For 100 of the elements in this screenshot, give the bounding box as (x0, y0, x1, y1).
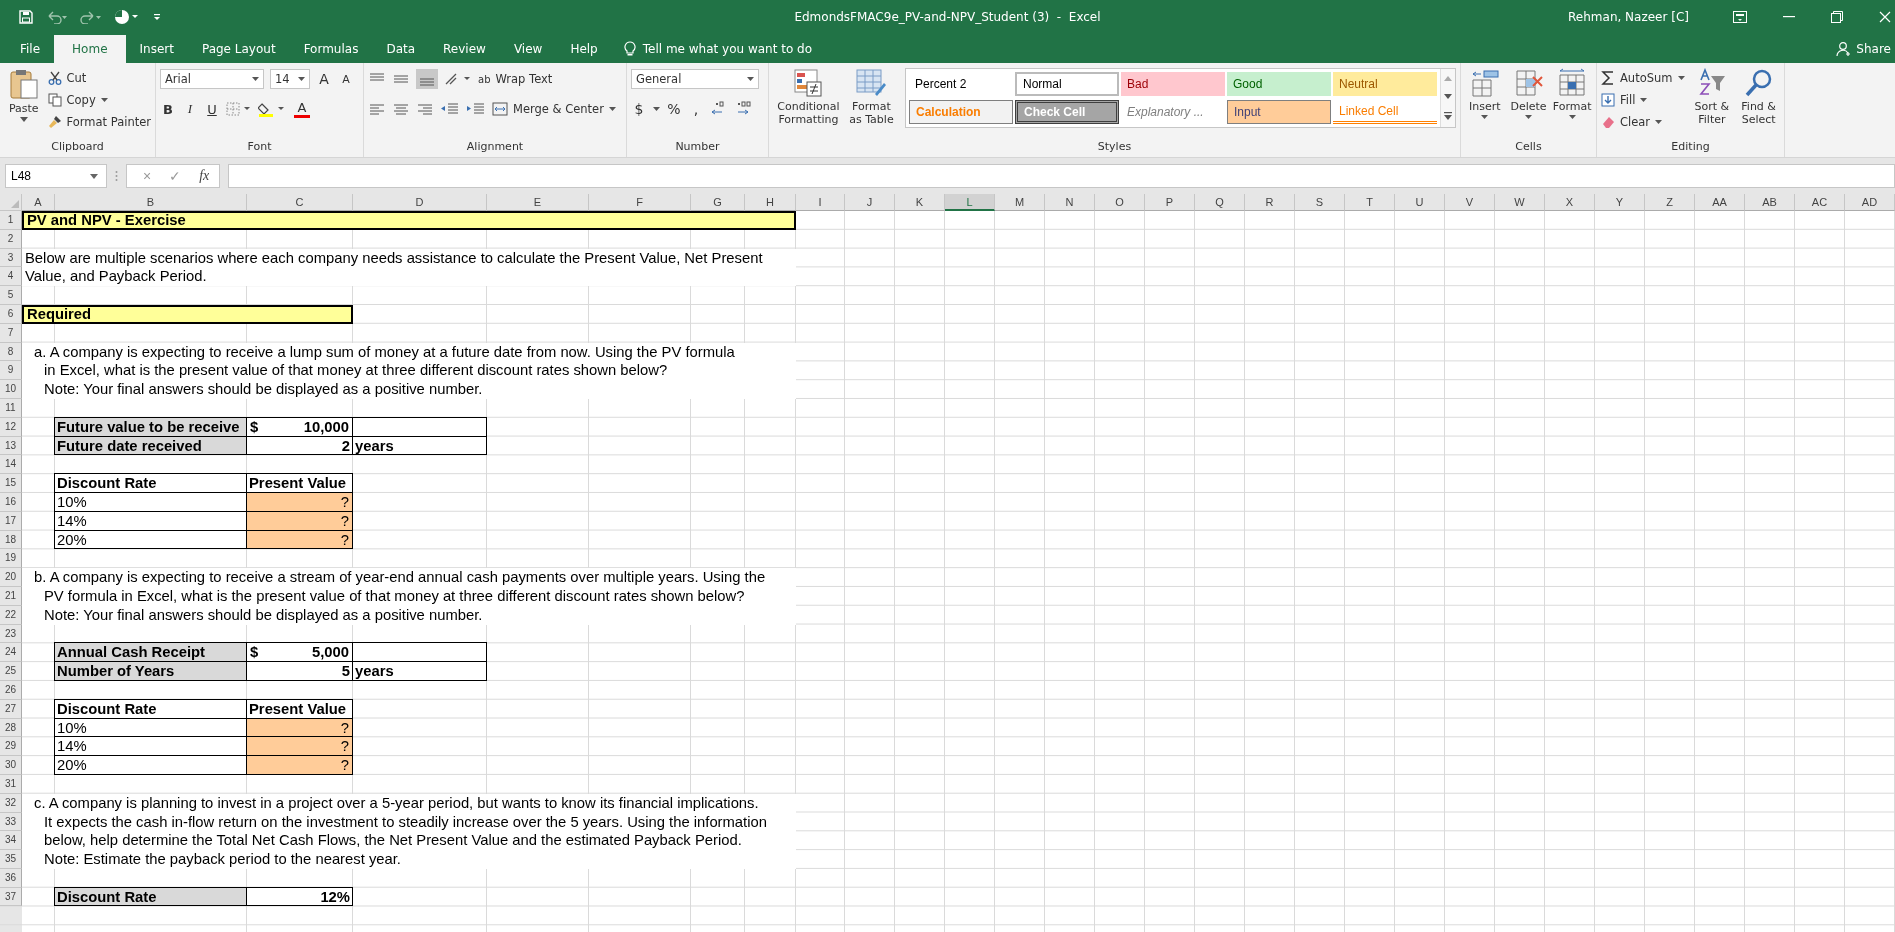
column-header[interactable]: N (1045, 194, 1095, 211)
align-middle-icon[interactable] (392, 72, 410, 86)
column-header[interactable]: D (353, 194, 487, 211)
column-header[interactable]: AB (1745, 194, 1795, 211)
align-bottom-icon[interactable] (416, 69, 438, 89)
customize-icon[interactable] (152, 12, 162, 22)
paste-button[interactable]: Paste (4, 68, 44, 122)
font-name-dropdown[interactable]: Arial (160, 69, 264, 89)
row-header[interactable]: 35 (0, 850, 22, 869)
tell-me-search[interactable]: Tell me what you want to do (623, 34, 813, 63)
font-size-dropdown[interactable]: 14 (270, 69, 310, 89)
percent-button[interactable]: % (666, 101, 682, 117)
delete-cells-button[interactable]: Delete (1508, 68, 1549, 119)
cell-style-option[interactable]: Bad (1121, 72, 1225, 96)
grow-font-button[interactable]: A (316, 71, 332, 87)
drag-handle-icon[interactable] (115, 170, 118, 182)
ribbon-tab[interactable]: Formulas (289, 34, 373, 63)
insert-cells-button[interactable]: Insert (1465, 68, 1505, 119)
column-header[interactable]: T (1345, 194, 1395, 211)
ribbon-tab[interactable]: Insert (125, 34, 188, 63)
orientation-icon[interactable] (444, 72, 472, 86)
fill-button[interactable]: Fill (1601, 90, 1687, 110)
column-header[interactable]: V (1445, 194, 1495, 211)
column-header[interactable]: K (895, 194, 945, 211)
row-header[interactable]: 19 (0, 549, 22, 569)
share-button[interactable]: Share (1836, 34, 1895, 63)
redo-icon[interactable] (80, 10, 102, 24)
number-format-dropdown[interactable]: General (631, 69, 759, 89)
column-header[interactable]: C (247, 194, 353, 211)
cut-button[interactable]: Cut (47, 68, 151, 88)
align-right-icon[interactable] (416, 102, 434, 116)
ribbon-tab[interactable]: View (499, 34, 557, 63)
column-header[interactable]: A (22, 194, 55, 211)
column-header[interactable]: F (589, 194, 691, 211)
row-header[interactable]: 1 (0, 211, 22, 230)
align-center-icon[interactable] (392, 102, 410, 116)
column-header[interactable]: Z (1645, 194, 1695, 211)
insert-function-button[interactable]: fx (199, 168, 210, 184)
gallery-scrollbar[interactable] (1440, 69, 1455, 127)
column-header[interactable]: U (1395, 194, 1445, 211)
ribbon-tab[interactable]: Page Layout (187, 34, 290, 63)
find-select-button[interactable]: Find & Select (1737, 68, 1780, 126)
borders-icon[interactable] (226, 102, 252, 116)
row-header[interactable]: 5 (0, 286, 22, 305)
undo-icon[interactable] (46, 10, 68, 24)
column-header[interactable]: P (1145, 194, 1195, 211)
column-header[interactable]: AC (1795, 194, 1845, 211)
shrink-font-button[interactable]: A (338, 72, 354, 86)
format-painter-button[interactable]: Format Painter (47, 112, 151, 132)
italic-button[interactable]: I (182, 101, 198, 117)
align-left-icon[interactable] (368, 102, 386, 116)
column-header[interactable]: B (55, 194, 247, 211)
column-header[interactable]: I (796, 194, 845, 211)
font-color-button[interactable]: A (294, 100, 310, 118)
cell-style-option[interactable]: Neutral (1333, 72, 1437, 96)
column-header[interactable]: H (745, 194, 796, 211)
sort-filter-button[interactable]: Sort & Filter (1690, 68, 1734, 126)
decrease-indent-icon[interactable] (440, 102, 460, 116)
more-icon[interactable] (1444, 112, 1452, 121)
merge-center-button[interactable]: Merge & Center (492, 99, 616, 119)
column-header[interactable]: X (1545, 194, 1595, 211)
column-header[interactable]: R (1245, 194, 1295, 211)
ribbon-tab[interactable]: Data (372, 34, 430, 63)
save-icon[interactable] (18, 9, 34, 25)
ribbon-tab[interactable]: Help (556, 34, 612, 63)
format-cells-button[interactable]: Format (1552, 68, 1592, 119)
column-header[interactable]: J (845, 194, 895, 211)
column-header[interactable]: Y (1595, 194, 1645, 211)
minimize-icon[interactable] (1783, 16, 1795, 18)
format-as-table-button[interactable]: Format as Table (845, 68, 897, 126)
row-header[interactable]: 30 (0, 756, 22, 775)
row-header[interactable]: 15 (0, 474, 22, 493)
row-header[interactable]: 24 (0, 643, 22, 663)
row-header[interactable]: 9 (0, 361, 22, 381)
column-header[interactable]: G (691, 194, 745, 211)
row-header[interactable]: 20 (0, 568, 22, 587)
column-header[interactable]: E (487, 194, 589, 211)
cell-style-option[interactable]: Input (1227, 100, 1331, 124)
cell-style-option[interactable]: Good (1227, 72, 1331, 96)
copy-button[interactable]: Copy (47, 90, 151, 110)
underline-button[interactable]: U (204, 101, 220, 117)
ribbon-tab[interactable]: Home (54, 35, 126, 63)
bold-button[interactable]: B (160, 101, 176, 117)
ribbon-tab[interactable]: Review (429, 34, 500, 63)
restore-icon[interactable] (1831, 11, 1843, 23)
cell-style-option[interactable]: Normal (1015, 72, 1119, 96)
row-header[interactable]: 25 (0, 662, 22, 681)
column-header[interactable]: Q (1195, 194, 1245, 211)
row-header[interactable]: 4 (0, 267, 22, 287)
clear-button[interactable]: Clear (1601, 112, 1687, 132)
autosum-button[interactable]: AutoSum (1601, 68, 1687, 88)
column-header[interactable]: W (1495, 194, 1545, 211)
conditional-formatting-button[interactable]: Conditional Formatting (775, 68, 842, 126)
column-header[interactable]: S (1295, 194, 1345, 211)
column-header[interactable]: O (1095, 194, 1145, 211)
cell-style-option[interactable]: Explanatory ... (1121, 100, 1225, 124)
column-header[interactable]: M (995, 194, 1045, 211)
caret-icon[interactable] (653, 107, 660, 111)
column-header[interactable]: L (945, 194, 995, 211)
column-header[interactable]: AA (1695, 194, 1745, 211)
